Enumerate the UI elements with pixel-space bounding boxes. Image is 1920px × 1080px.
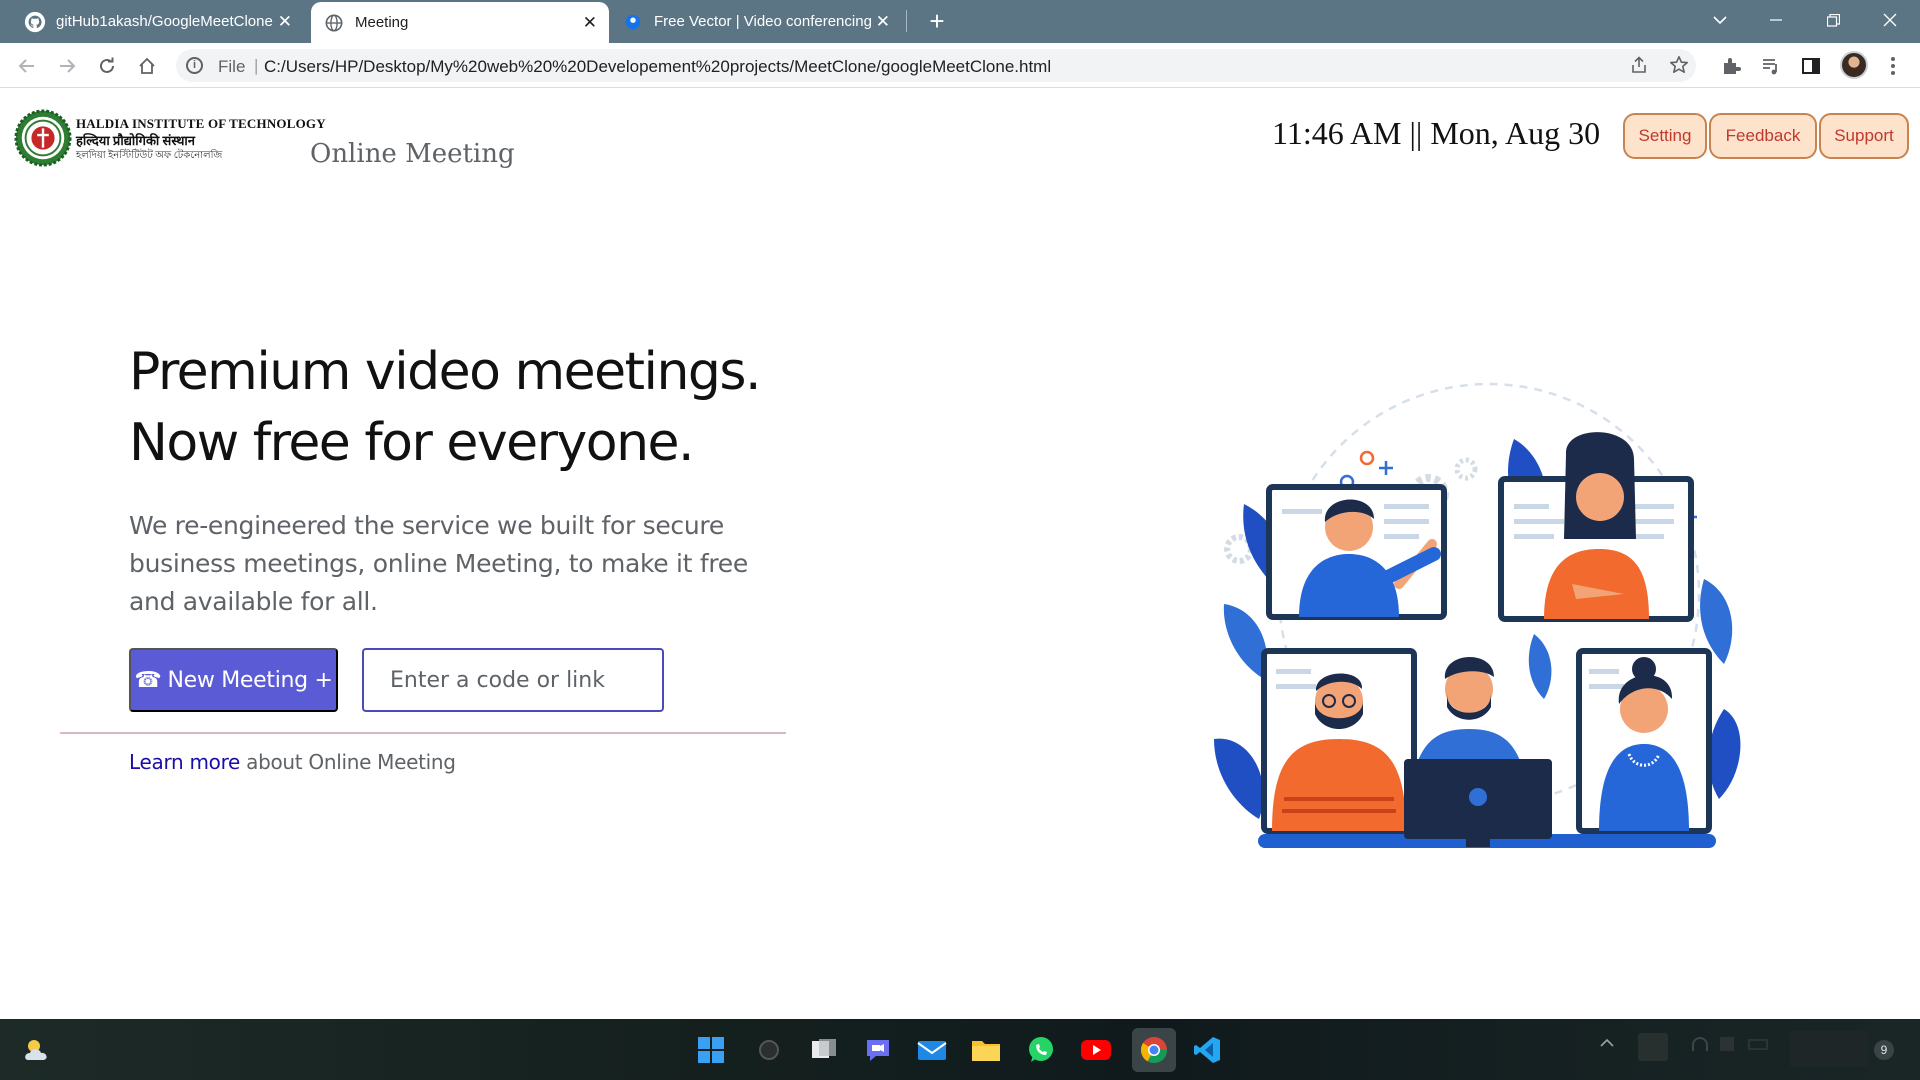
address-scheme-label: File: [218, 57, 246, 76]
site-info-icon[interactable]: i: [186, 57, 203, 74]
tab-title: Meeting: [355, 14, 409, 31]
tab-close-icon[interactable]: ✕: [583, 13, 597, 33]
os-taskbar: 9: [0, 1019, 1920, 1080]
restore-button[interactable]: [1805, 0, 1861, 40]
browser-tab-bar: gitHub1akash/GoogleMeetClone ✕ Meeting ✕…: [0, 0, 1920, 43]
browser-toolbar: i File | C:/Users/HP/Desktop/My%20web%20…: [0, 43, 1920, 88]
arrow-right-icon: [60, 59, 76, 73]
datetime-display: 11:46 AM || Mon, Aug 30: [1272, 115, 1601, 151]
forward-button[interactable]: [52, 51, 82, 81]
share-icon[interactable]: [1626, 52, 1652, 78]
reload-button[interactable]: [92, 51, 122, 81]
tab-search-button[interactable]: [1692, 0, 1748, 40]
setting-button[interactable]: Setting: [1623, 113, 1707, 159]
brand-title: Online Meeting: [310, 139, 515, 169]
phone-icon: ☎: [134, 667, 162, 693]
tab-title: gitHub1akash/GoogleMeetClone: [56, 13, 273, 30]
feedback-button[interactable]: Feedback: [1709, 113, 1817, 159]
new-tab-button[interactable]: +: [922, 6, 952, 36]
mail-app-button[interactable]: [914, 1032, 950, 1068]
profile-avatar[interactable]: [1840, 51, 1868, 79]
learn-more-link[interactable]: Learn more: [129, 750, 240, 774]
tab-close-icon[interactable]: ✕: [278, 12, 292, 32]
folder-icon: [972, 1041, 1000, 1061]
search-icon: [759, 1040, 779, 1060]
youtube-button[interactable]: [1078, 1032, 1114, 1068]
home-button[interactable]: [132, 51, 162, 81]
back-button[interactable]: [12, 51, 42, 81]
close-icon: [1883, 13, 1897, 27]
chevron-down-icon: [1713, 16, 1727, 25]
institute-name-bn: হলদিয়া ইনস্টিটিউট অফ টেকনোলজি: [76, 150, 223, 161]
bookmark-star-icon[interactable]: [1666, 52, 1692, 78]
globe-icon: [325, 14, 343, 31]
institute-logo-icon: [14, 109, 72, 167]
address-bar[interactable]: i File | C:/Users/HP/Desktop/My%20web%20…: [176, 49, 1696, 82]
page-content: HALDIA INSTITUTE OF TECHNOLOGY हल्दिया प…: [0, 89, 1920, 1019]
divider: [60, 732, 786, 734]
file-explorer-button[interactable]: [968, 1032, 1004, 1068]
chrome-button[interactable]: [1132, 1028, 1176, 1072]
extensions-icon[interactable]: [1718, 53, 1744, 79]
arrow-left-icon: [18, 59, 34, 73]
network-icon[interactable]: [1692, 1037, 1708, 1051]
hero-subtext: We re-engineered the service we built fo…: [129, 511, 748, 616]
tab-meeting[interactable]: Meeting ✕: [311, 2, 609, 43]
tab-freepik[interactable]: Free Vector | Video conferencing ✕: [612, 0, 902, 43]
close-window-button[interactable]: [1862, 0, 1918, 40]
whatsapp-button[interactable]: [1023, 1032, 1059, 1068]
new-meeting-label: New Meeting +: [167, 667, 333, 693]
address-separator: |: [254, 56, 259, 75]
chat-app-button[interactable]: [860, 1032, 896, 1068]
tab-separator: [906, 10, 907, 32]
reload-icon: [100, 57, 114, 73]
vscode-button[interactable]: [1189, 1032, 1225, 1068]
mail-icon: [917, 1041, 947, 1060]
battery-icon[interactable]: [1748, 1039, 1768, 1050]
minimize-icon: [1770, 19, 1782, 21]
notification-badge[interactable]: 9: [1874, 1040, 1894, 1060]
task-view-button[interactable]: [806, 1032, 842, 1068]
minimize-button[interactable]: [1748, 0, 1804, 40]
start-button[interactable]: [693, 1032, 729, 1068]
weather-widget-icon[interactable]: [20, 1032, 56, 1068]
institute-name-en: HALDIA INSTITUTE OF TECHNOLOGY: [76, 116, 326, 131]
headline-line-2: Now free for everyone.: [129, 413, 695, 473]
language-indicator-icon[interactable]: [1638, 1033, 1668, 1061]
learn-more-text: Learn more about Online Meeting: [129, 750, 456, 774]
side-panel-icon[interactable]: [1798, 53, 1824, 79]
vscode-icon: [1194, 1037, 1220, 1063]
task-view-icon: [812, 1039, 836, 1058]
teams-chat-icon: [867, 1040, 889, 1061]
freepik-icon: [625, 14, 641, 29]
search-taskbar-button[interactable]: [751, 1032, 787, 1068]
headline-line-1: Premium video meetings.: [129, 342, 762, 402]
home-icon: [139, 57, 155, 74]
address-url[interactable]: C:/Users/HP/Desktop/My%20web%20%20Develo…: [264, 57, 1051, 77]
hero-headline: Premium video meetings. Now free for eve…: [129, 337, 762, 479]
new-meeting-button[interactable]: ☎ New Meeting +: [129, 648, 338, 712]
kebab-menu-icon[interactable]: [1880, 53, 1906, 79]
whatsapp-icon: [1029, 1037, 1053, 1062]
volume-icon[interactable]: [1720, 1037, 1734, 1051]
institute-name-hi: हल्दिया प्रौद्योगिकी संस्थान: [76, 133, 196, 148]
media-controls-icon[interactable]: [1758, 53, 1784, 79]
windows-icon: [698, 1037, 724, 1063]
youtube-icon: [1081, 1040, 1111, 1060]
tray-chevron-icon[interactable]: [1600, 1037, 1614, 1051]
support-button[interactable]: Support: [1819, 113, 1909, 159]
clock-tray[interactable]: [1790, 1031, 1868, 1067]
tab-close-icon[interactable]: ✕: [876, 12, 890, 32]
tab-title: Free Vector | Video conferencing: [654, 13, 872, 30]
github-icon: [24, 11, 46, 32]
meeting-code-input[interactable]: [362, 648, 664, 712]
tab-github[interactable]: gitHub1akash/GoogleMeetClone ✕: [14, 0, 304, 43]
chrome-icon: [1140, 1037, 1168, 1064]
video-conference-illustration: [1214, 382, 1741, 848]
restore-icon: [1826, 13, 1840, 27]
learn-more-rest: about Online Meeting: [240, 750, 456, 774]
